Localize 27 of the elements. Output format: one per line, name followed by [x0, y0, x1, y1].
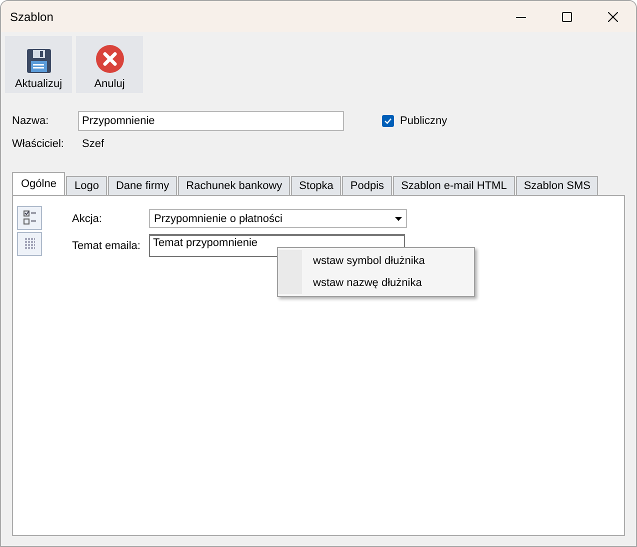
public-checkbox[interactable]: Publiczny: [382, 115, 448, 127]
tab[interactable]: Stopka: [291, 176, 342, 195]
name-field[interactable]: Przypomnienie: [78, 111, 344, 131]
tab[interactable]: Szablon e-mail HTML: [393, 176, 515, 195]
window-title: Szablon: [9, 10, 54, 24]
close-icon: [608, 12, 618, 22]
caret-icon: [395, 216, 402, 220]
tab[interactable]: Logo: [66, 176, 107, 195]
close-icon: [94, 44, 124, 74]
field-label: Akcja:: [72, 212, 103, 224]
tab[interactable]: Ogólne: [12, 172, 66, 195]
checklist-icon[interactable]: [17, 206, 42, 230]
action-dropdown[interactable]: Przypomnienie o płatności: [149, 209, 407, 228]
field-label: Właściciel:: [11, 138, 65, 150]
save-button[interactable]: Aktualizuj: [5, 36, 72, 93]
field-label: Nazwa:: [11, 115, 50, 127]
tab[interactable]: Szablon SMS: [516, 176, 598, 195]
menu-item[interactable]: wstaw nazwę dłużnika: [278, 272, 474, 294]
owner-value: Szef: [81, 138, 104, 150]
tab[interactable]: Dane firmy: [108, 176, 178, 195]
maximize-icon: [562, 12, 572, 22]
tab[interactable]: Rachunek bankowy: [178, 176, 290, 195]
tab[interactable]: Podpis: [342, 176, 392, 195]
grid-icon[interactable]: [17, 232, 42, 256]
field-label: Temat emaila:: [72, 240, 142, 252]
cancel-button[interactable]: Anuluj: [76, 36, 143, 93]
menu-item[interactable]: wstaw symbol dłużnika: [278, 250, 474, 272]
